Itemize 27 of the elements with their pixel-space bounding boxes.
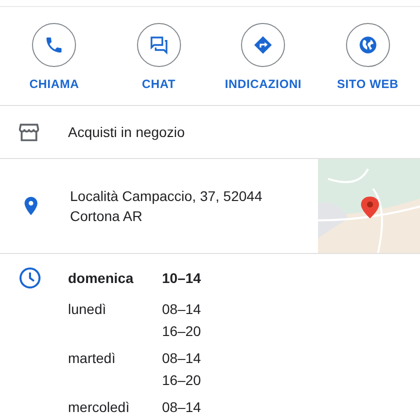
opening-hours: 08–14 [162, 301, 201, 318]
opening-hours: 08–14 [162, 399, 201, 416]
action-label[interactable]: INDICAZIONI [224, 77, 302, 91]
action-button[interactable] [136, 23, 181, 67]
opening-hours: 16–20 [162, 372, 201, 389]
storefront-icon [18, 121, 40, 143]
opening-hours: 10–14 [162, 270, 201, 287]
globe-icon [358, 35, 378, 55]
day-label: mercoledì [68, 399, 130, 416]
action-label[interactable]: CHIAMA [29, 77, 80, 91]
opening-hours: 08–14 [162, 350, 201, 367]
day-label: lunedì [68, 301, 108, 319]
action-label[interactable]: SITO WEB [336, 77, 398, 91]
day-label: domenica [68, 270, 134, 287]
action-button[interactable] [241, 23, 286, 67]
address-line: Cortona AR [70, 208, 144, 224]
day-label: martedì [68, 350, 116, 368]
address-line: Località Campaccio, 37, 52044 [70, 188, 264, 204]
directions-icon [253, 35, 274, 55]
chat-icon [148, 35, 169, 55]
opening-hours: 16–20 [162, 323, 201, 340]
action-label[interactable]: CHAT [142, 77, 176, 91]
phone-icon [44, 35, 64, 55]
clock-icon [18, 266, 42, 290]
action-button[interactable] [32, 23, 76, 67]
action-button[interactable] [346, 23, 390, 67]
store-label: Acquisti in negozio [68, 124, 185, 140]
